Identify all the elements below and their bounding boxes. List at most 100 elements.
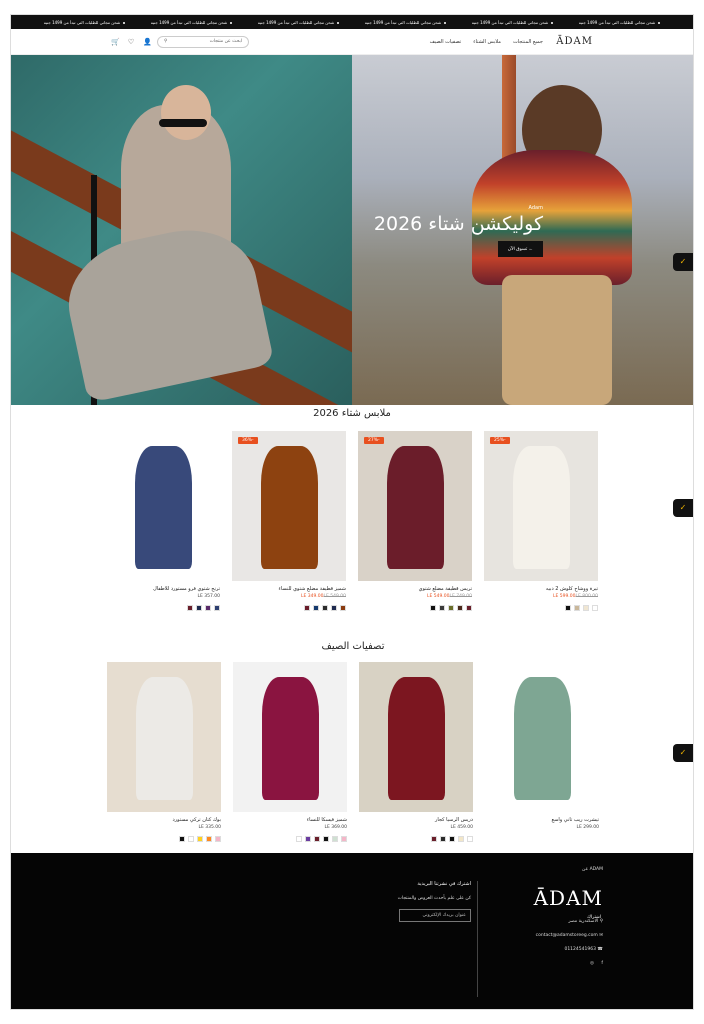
color-swatch[interactable] (458, 836, 464, 842)
footer-phone[interactable]: 01124541963 ☎ (534, 947, 603, 952)
product-card[interactable]: -36% شميز قطيفة مضلع شتوي للنساء LE 349.00… (232, 431, 346, 611)
color-swatch[interactable] (592, 605, 598, 611)
gift-icon: ✓ (679, 257, 687, 266)
announcement-item: شحن مجاني للطلبات التي تبدأ من 1499 جنيه (365, 20, 447, 25)
color-swatch[interactable] (205, 605, 211, 611)
product-image[interactable]: -25% (484, 431, 598, 581)
color-swatch[interactable] (197, 836, 203, 842)
original-price: LE 549.00 (323, 594, 346, 599)
original-price: LE 749.00 (449, 594, 472, 599)
logo[interactable]: ĀDAM (556, 36, 593, 47)
product-card[interactable]: تيشرت ريب تاني واسع LE 299.00 (485, 662, 599, 842)
search-icon: ⚲ (164, 39, 168, 44)
color-swatch[interactable] (206, 836, 212, 842)
product-name[interactable]: شميز فيسكا للنساء (233, 817, 347, 823)
footer-email[interactable]: contact@adamstoreeg.com ✉ (534, 933, 603, 938)
color-swatch[interactable] (448, 605, 454, 611)
search-placeholder: ابحث عن منتجات (209, 39, 242, 44)
nav-winter[interactable]: ملابس الشتاء (473, 39, 501, 45)
color-swatch[interactable] (466, 605, 472, 611)
instagram-icon[interactable]: ◎ (590, 961, 594, 966)
color-swatch[interactable] (431, 836, 437, 842)
color-swatch[interactable] (305, 836, 311, 842)
side-promo-tab[interactable]: ✓ (673, 253, 693, 271)
color-swatch[interactable] (323, 836, 329, 842)
side-promo-tab[interactable]: ✓ (673, 744, 693, 762)
product-name[interactable]: بوك كتان تركي مستورد (107, 817, 221, 823)
regular-price: LE 335.00 (198, 825, 221, 830)
product-card[interactable]: بوك كتان تركي مستورد LE 335.00 (107, 662, 221, 842)
footer-logo: ĀDAM (533, 886, 603, 910)
sale-price: LE 549.00 (426, 594, 450, 599)
color-swatch[interactable] (449, 836, 455, 842)
hero-image-left (11, 55, 352, 405)
announcement-item: شحن مجاني للطلبات التي تبدأ من 1499 جنيه (472, 20, 554, 25)
color-swatch[interactable] (179, 836, 185, 842)
mail-icon: ✉ (599, 933, 603, 938)
color-swatch[interactable] (340, 605, 346, 611)
newsletter: اشترك في نشرتنا البريدية كن على علم بأحد… (351, 881, 471, 922)
product-image[interactable] (106, 431, 220, 581)
color-swatch[interactable] (574, 605, 580, 611)
color-swatch[interactable] (304, 605, 310, 611)
color-swatch[interactable] (196, 605, 202, 611)
product-card[interactable]: دريس الرسيا كجار LE 459.00 (359, 662, 473, 842)
nav-summer-sale[interactable]: تصفيات الصيف (430, 39, 462, 45)
facebook-icon[interactable]: f (601, 961, 603, 966)
regular-price: LE 459.00 (450, 825, 473, 830)
search-input[interactable]: ابحث عن منتجات ⚲ (157, 35, 249, 48)
announcement-bar: شحن مجاني للطلبات التي تبدأ من 1499 جنيه… (11, 15, 693, 29)
product-image[interactable] (233, 662, 347, 812)
color-swatch[interactable] (341, 836, 347, 842)
color-swatch[interactable] (187, 605, 193, 611)
shop-now-button[interactable]: تسوق الآن ← (497, 241, 543, 257)
footer-social: ◎ f (534, 961, 603, 966)
color-swatches (107, 836, 221, 842)
nav-all-products[interactable]: جميع المنتجات (513, 39, 543, 45)
discount-badge: -25% (490, 437, 510, 444)
color-swatch[interactable] (467, 836, 473, 842)
product-image[interactable]: -36% (232, 431, 346, 581)
color-swatch[interactable] (440, 836, 446, 842)
color-swatches (358, 605, 472, 611)
color-swatches (484, 605, 598, 611)
product-name[interactable]: دريس الرسيا كجار (359, 817, 473, 823)
color-swatch[interactable] (439, 605, 445, 611)
color-swatch[interactable] (430, 605, 436, 611)
cart-icon[interactable]: 🛒 (111, 38, 120, 46)
product-name[interactable]: تيرة ووشاح كلوش 2 دبيه (484, 586, 598, 592)
newsletter-email-input[interactable]: عنوان بريدك الإلكتروني (399, 909, 471, 922)
product-name[interactable]: تريس قطيفة مضلع شتوي (358, 586, 472, 592)
product-image[interactable] (485, 662, 599, 812)
product-image[interactable]: -27% (358, 431, 472, 581)
product-card[interactable]: -25% تيرة ووشاح كلوش 2 دبيه LE 599.00LE 80… (484, 431, 598, 611)
color-swatch[interactable] (331, 605, 337, 611)
product-image[interactable] (107, 662, 221, 812)
color-swatch[interactable] (214, 605, 220, 611)
color-swatch[interactable] (314, 836, 320, 842)
product-name[interactable]: تيشرت ريب تاني واسع (485, 817, 599, 823)
user-icon[interactable]: 👤 (143, 38, 152, 46)
heart-icon[interactable]: ♡ (127, 38, 135, 46)
color-swatch[interactable] (332, 836, 338, 842)
color-swatch[interactable] (188, 836, 194, 842)
product-card[interactable]: ترنج شتوي فرو مستورد للاطفال LE 357.00 (106, 431, 220, 611)
section-title-summer: تصفيات الصيف (321, 641, 385, 652)
product-name[interactable]: ترنج شتوي فرو مستورد للاطفال (106, 586, 220, 592)
regular-price: LE 357.00 (197, 594, 220, 599)
color-swatch[interactable] (583, 605, 589, 611)
product-name[interactable]: شميز قطيفة مضلع شتوي للنساء (232, 586, 346, 592)
color-swatch[interactable] (565, 605, 571, 611)
color-swatch[interactable] (313, 605, 319, 611)
color-swatch[interactable] (296, 836, 302, 842)
subscribe-button[interactable]: اشتراك (587, 915, 601, 920)
winter-section: ملابس شتاء 2026 -25% تيرة ووشاح كلوش 2 دب… (11, 408, 693, 611)
hero-content: Adam كوليكشن شتاء 2026 تسوق الآن ← (374, 205, 543, 257)
side-promo-tab[interactable]: ✓ (673, 499, 693, 517)
color-swatch[interactable] (457, 605, 463, 611)
product-card[interactable]: -27% تريس قطيفة مضلع شتوي LE 549.00LE 749.… (358, 431, 472, 611)
color-swatch[interactable] (322, 605, 328, 611)
color-swatch[interactable] (215, 836, 221, 842)
product-card[interactable]: شميز فيسكا للنساء LE 369.00 (233, 662, 347, 842)
product-image[interactable] (359, 662, 473, 812)
